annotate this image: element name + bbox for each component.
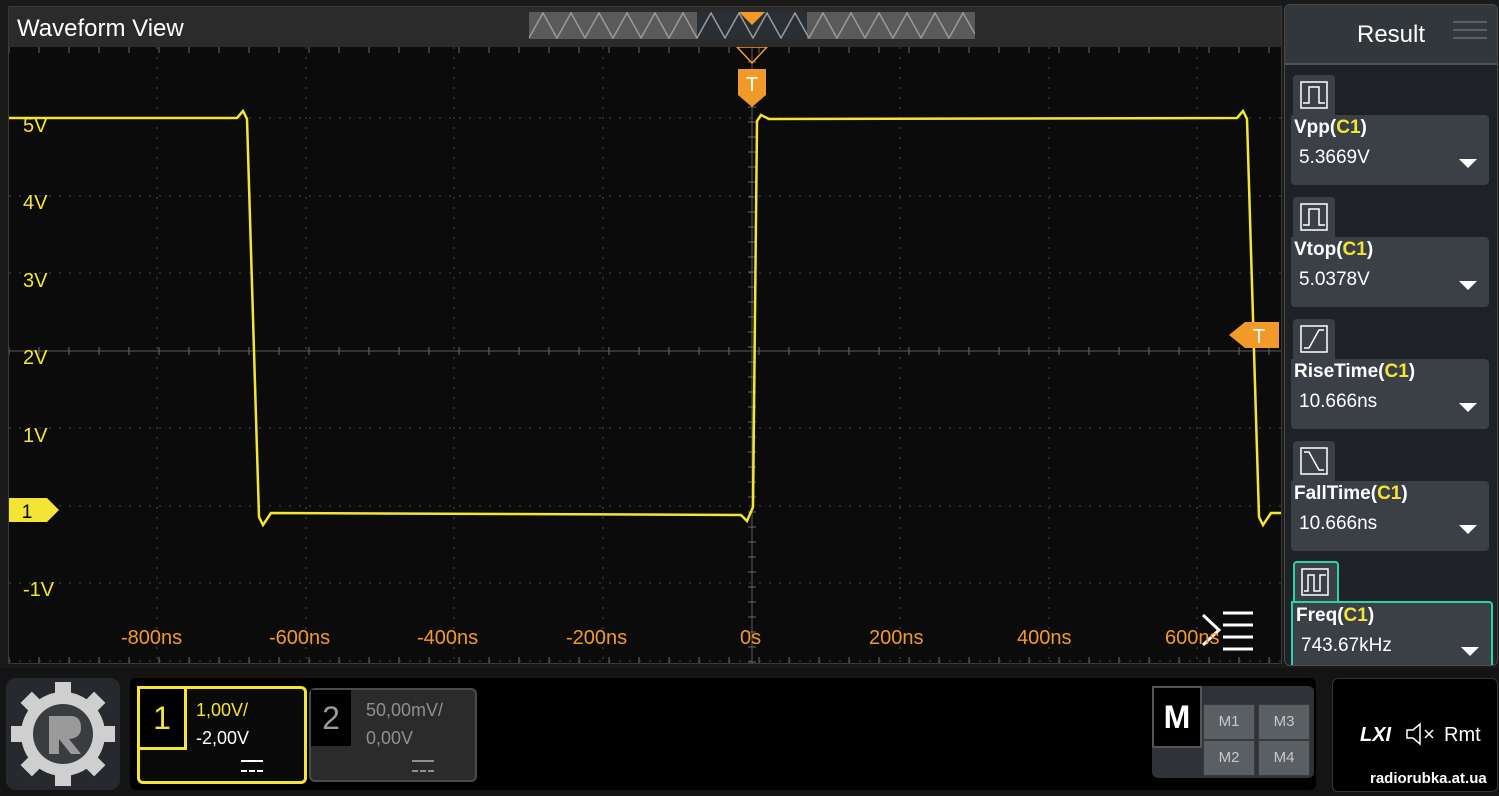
- waveform-header: Waveform View: [9, 7, 1281, 47]
- math-m1-button[interactable]: M1: [1203, 704, 1255, 740]
- math-m2-button[interactable]: M2: [1203, 740, 1255, 776]
- channel2-offset: 0,00V: [366, 728, 414, 748]
- remote-status: Rmt: [1444, 724, 1481, 746]
- risetime-value: 10.666ns: [1299, 391, 1378, 412]
- channel1-offset: -2,00V: [196, 728, 250, 748]
- chevron-down-icon[interactable]: [1459, 159, 1477, 168]
- waveform-view[interactable]: Waveform View T T 1 5V 4V 3V 2V 1V -1V -…: [8, 6, 1282, 664]
- channel1-offset-label: 1: [22, 502, 33, 523]
- falltime-channel: C1: [1377, 483, 1402, 504]
- channel1-number[interactable]: 1: [137, 686, 187, 750]
- trigger-level-label: T: [1253, 326, 1265, 348]
- falltime-name: FallTime: [1294, 483, 1371, 504]
- y-label-2v: 2V: [23, 347, 48, 369]
- chevron-down-icon[interactable]: [1459, 281, 1477, 290]
- trigger-position-label: T: [746, 74, 758, 96]
- y-label-5v: 5V: [23, 115, 48, 137]
- chevron-down-icon[interactable]: [1461, 647, 1479, 656]
- falltime-measurement[interactable]: FallTime(C1) 10.666ns: [1291, 481, 1489, 551]
- y-label-minus1v: -1V: [23, 579, 55, 601]
- result-title: Result: [1357, 21, 1426, 48]
- freq-value: 743.67kHz: [1301, 635, 1392, 656]
- channel2-number[interactable]: 2: [311, 690, 351, 746]
- y-label-3v: 3V: [23, 270, 48, 292]
- navigator-preview: [529, 12, 975, 39]
- freq-channel: C1: [1343, 605, 1368, 626]
- vpp-name: Vpp: [1294, 117, 1330, 138]
- falltime-tab[interactable]: [1293, 441, 1335, 481]
- waveform-navigator-strip[interactable]: [529, 12, 975, 39]
- risetime-tab[interactable]: [1293, 319, 1335, 359]
- frequency-icon: [1301, 568, 1329, 596]
- result-panel[interactable]: Result Vpp(C1) 5.3669V Vtop(C1) 5.0378V …: [1284, 4, 1498, 666]
- freq-name: Freq: [1296, 605, 1338, 626]
- math-m3-button[interactable]: M3: [1258, 704, 1310, 740]
- waveform-grid: T T 1: [9, 47, 1281, 663]
- vtop-tab[interactable]: [1293, 197, 1335, 237]
- chevron-down-icon[interactable]: [1459, 403, 1477, 412]
- channel1-scale: 1,00V/: [196, 700, 249, 720]
- vtop-name: Vtop: [1294, 239, 1337, 260]
- vpp-tab[interactable]: [1293, 75, 1335, 115]
- speaker-muted-icon[interactable]: [1405, 722, 1437, 746]
- brand-gear-logo-icon: [11, 682, 115, 786]
- dc-coupling-icon: [412, 760, 434, 772]
- x-label-400ns: 400ns: [1017, 627, 1072, 649]
- fall-edge-icon: [1300, 447, 1328, 475]
- math-m4-button[interactable]: M4: [1258, 740, 1310, 776]
- x-label-minus800ns: -800ns: [121, 627, 183, 649]
- vpp-measurement[interactable]: Vpp(C1) 5.3669V: [1291, 115, 1489, 185]
- math-button[interactable]: M: [1152, 686, 1202, 748]
- result-header: Result: [1285, 5, 1497, 65]
- x-label-minus200ns: -200ns: [566, 627, 628, 649]
- channel2-scale: 50,00mV/: [366, 700, 444, 720]
- channel1-trace: [9, 108, 1281, 528]
- falltime-value: 10.666ns: [1299, 513, 1378, 534]
- channel1-offset-marker[interactable]: [9, 498, 59, 522]
- chevron-down-icon[interactable]: [1459, 525, 1477, 534]
- x-label-minus400ns: -400ns: [417, 627, 479, 649]
- risetime-name: RiseTime: [1294, 361, 1379, 382]
- freq-measurement[interactable]: Freq(C1) 743.67kHz: [1291, 601, 1493, 665]
- x-label-0s: 0s: [740, 627, 762, 649]
- home-button[interactable]: [6, 678, 120, 790]
- y-label-1v: 1V: [23, 425, 48, 447]
- freq-tab[interactable]: [1293, 561, 1339, 603]
- rise-edge-icon: [1300, 325, 1328, 353]
- lxi-status: LXI: [1360, 724, 1392, 746]
- channel-bar: [130, 678, 1316, 790]
- pulse-icon: [1300, 203, 1328, 231]
- dc-coupling-icon: [241, 760, 263, 772]
- result-menu-icon[interactable]: [1453, 19, 1487, 41]
- pulse-icon: [1300, 81, 1328, 109]
- risetime-channel: C1: [1384, 361, 1409, 382]
- watermark: radiorubka.at.ua: [1370, 770, 1487, 787]
- vpp-value: 5.3669V: [1299, 147, 1370, 168]
- x-label-minus600ns: -600ns: [269, 627, 331, 649]
- x-label-600ns: 600ns: [1165, 627, 1220, 649]
- vtop-channel: C1: [1342, 239, 1367, 260]
- grid-lines: [9, 47, 1281, 663]
- y-label-4v: 4V: [23, 192, 48, 214]
- vtop-value: 5.0378V: [1299, 269, 1370, 290]
- risetime-measurement[interactable]: RiseTime(C1) 10.666ns: [1291, 359, 1489, 429]
- x-label-200ns: 200ns: [869, 627, 924, 649]
- waveform-title: Waveform View: [17, 15, 184, 42]
- vpp-channel: C1: [1336, 117, 1361, 138]
- vtop-measurement[interactable]: Vtop(C1) 5.0378V: [1291, 237, 1489, 307]
